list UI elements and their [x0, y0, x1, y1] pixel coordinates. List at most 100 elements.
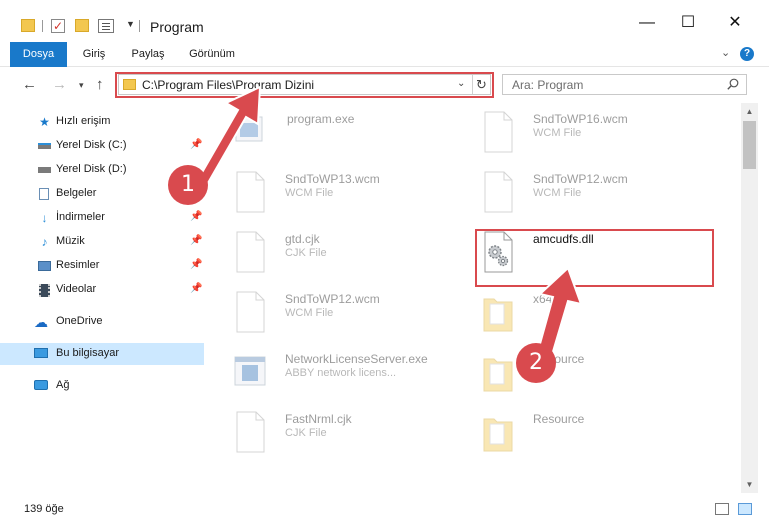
- sidebar-item-label: Yerel Disk (D:): [56, 163, 127, 175]
- document-file-icon: [236, 291, 265, 333]
- file-item[interactable]: program.exe: [230, 108, 465, 162]
- back-arrow-icon[interactable]: ←: [22, 76, 37, 93]
- file-type: WCM File: [533, 187, 582, 199]
- exe-file-icon: [234, 356, 266, 386]
- network-icon: [34, 380, 48, 392]
- properties-check-icon[interactable]: ✓: [51, 19, 65, 33]
- document-file-icon: [236, 231, 265, 273]
- file-type: WCM File: [285, 187, 334, 199]
- sidebar-item-pictures[interactable]: Resimler 📌: [0, 255, 204, 277]
- up-arrow-icon[interactable]: ↑: [96, 76, 104, 93]
- download-icon: ↓: [41, 211, 48, 225]
- minimize-button[interactable]: —: [636, 12, 658, 34]
- divider: [42, 20, 43, 32]
- sidebar-item-music[interactable]: ♪ Müzik 📌: [0, 231, 204, 253]
- sidebar-item-label: Videolar: [56, 283, 97, 295]
- sidebar-item-network[interactable]: Ağ: [0, 375, 204, 397]
- document-file-icon: [484, 111, 513, 153]
- folder-item[interactable]: Resource: [478, 408, 713, 462]
- expand-ribbon-chevron-icon[interactable]: ⌄: [721, 46, 730, 59]
- pictures-icon: [38, 260, 51, 272]
- close-button[interactable]: ✕: [724, 12, 746, 34]
- sidebar-item-this-pc[interactable]: Bu bilgisayar: [0, 343, 204, 365]
- folder-item[interactable]: Resource: [478, 348, 713, 402]
- sidebar-item-label: Bu bilgisayar: [56, 347, 119, 359]
- sidebar-item-onedrive[interactable]: ☁ OneDrive: [0, 311, 204, 333]
- file-name: SndToWP13.wcm: [285, 172, 380, 186]
- music-icon: ♪: [41, 235, 48, 249]
- new-folder-icon[interactable]: [75, 19, 89, 32]
- file-type: WCM File: [285, 307, 334, 319]
- view-options-icon[interactable]: [98, 19, 114, 33]
- sidebar-item-local-disk-c[interactable]: Yerel Disk (C:) 📌: [0, 135, 204, 157]
- pin-icon[interactable]: 📌: [190, 283, 202, 294]
- sidebar-item-label: Resimler: [56, 259, 100, 271]
- sidebar-item-label: Belgeler: [56, 187, 97, 199]
- pin-icon[interactable]: 📌: [190, 259, 202, 270]
- file-item[interactable]: NetworkLicenseServer.exe ABBY network li…: [230, 348, 465, 402]
- sidebar-item-label: OneDrive: [56, 315, 103, 327]
- file-list: program.exe SndToWP16.wcm WCM File SndTo…: [205, 103, 741, 493]
- drive-icon: [38, 140, 51, 152]
- large-icons-view-icon[interactable]: [738, 503, 752, 515]
- tab-home[interactable]: Giriş: [74, 42, 114, 67]
- forward-arrow-icon[interactable]: →: [52, 76, 67, 93]
- folder-icon[interactable]: [21, 19, 35, 32]
- folder-name: x64: [533, 292, 553, 306]
- file-item[interactable]: SndToWP12.wcm WCM File: [478, 168, 713, 222]
- tab-share[interactable]: Paylaş: [124, 42, 172, 67]
- file-item[interactable]: SndToWP12.wcm WCM File: [230, 288, 465, 342]
- video-icon: [38, 284, 51, 297]
- cloud-icon: ☁: [34, 314, 48, 330]
- search-icon[interactable]: [727, 78, 739, 90]
- divider: [139, 20, 140, 32]
- callout-badge-2: 2: [516, 343, 556, 383]
- sidebar-item-label: Hızlı erişim: [56, 115, 111, 127]
- callout-badge-1: 1: [168, 165, 208, 205]
- scroll-up-icon[interactable]: ▲: [741, 103, 758, 120]
- file-type: WCM File: [533, 127, 582, 139]
- documents-icon: [38, 188, 51, 200]
- sidebar-item-downloads[interactable]: ↓ İndirmeler 📌: [0, 207, 204, 229]
- file-item[interactable]: SndToWP13.wcm WCM File: [230, 168, 465, 222]
- help-icon[interactable]: ?: [740, 47, 754, 61]
- window-title: Program: [150, 19, 204, 35]
- details-view-icon[interactable]: [715, 503, 729, 515]
- navigation-pane: ★ Hızlı erişim Yerel Disk (C:) 📌 Yerel D…: [0, 103, 205, 493]
- item-count: 139 öğe: [24, 503, 64, 515]
- search-input[interactable]: Ara: Program: [502, 74, 747, 95]
- scroll-down-icon[interactable]: ▼: [741, 476, 758, 493]
- file-item[interactable]: gtd.cjk CJK File: [230, 228, 465, 282]
- file-name: FastNrml.cjk: [285, 412, 352, 426]
- file-name: SndToWP12.wcm: [533, 172, 628, 186]
- document-file-icon: [236, 411, 265, 453]
- vertical-scrollbar[interactable]: ▲ ▼: [741, 103, 758, 493]
- scroll-thumb[interactable]: [743, 121, 756, 169]
- customize-toolbar-dropdown-icon[interactable]: ▼: [126, 19, 135, 29]
- pin-icon[interactable]: 📌: [190, 235, 202, 246]
- sidebar-item-label: Yerel Disk (C:): [56, 139, 127, 151]
- file-name: SndToWP16.wcm: [533, 112, 628, 126]
- ribbon: Dosya Giriş Paylaş Görünüm ⌄ ?: [0, 42, 769, 67]
- folder-icon: [483, 298, 513, 332]
- file-item[interactable]: SndToWP16.wcm WCM File: [478, 108, 713, 162]
- status-bar: 139 öğe: [0, 495, 769, 530]
- sidebar-item-quick-access[interactable]: ★ Hızlı erişim: [0, 111, 204, 133]
- tab-view[interactable]: Görünüm: [183, 42, 241, 67]
- file-item[interactable]: FastNrml.cjk CJK File: [230, 408, 465, 462]
- recent-locations-dropdown-icon[interactable]: ▾: [79, 80, 84, 91]
- sidebar-item-videos[interactable]: Videolar 📌: [0, 279, 204, 301]
- maximize-button[interactable]: ☐: [677, 12, 699, 34]
- document-file-icon: [484, 171, 513, 213]
- file-type: ABBY network licens...: [285, 367, 397, 379]
- pin-icon[interactable]: 📌: [190, 139, 202, 150]
- folder-item[interactable]: x64: [478, 288, 713, 342]
- file-name: gtd.cjk: [285, 232, 320, 246]
- file-name: SndToWP12.wcm: [285, 292, 380, 306]
- tab-file[interactable]: Dosya: [10, 42, 67, 67]
- folder-icon: [483, 358, 513, 392]
- pin-icon[interactable]: 📌: [190, 211, 202, 222]
- file-type: CJK File: [285, 247, 327, 259]
- computer-icon: [34, 348, 48, 360]
- folder-icon: [483, 418, 513, 452]
